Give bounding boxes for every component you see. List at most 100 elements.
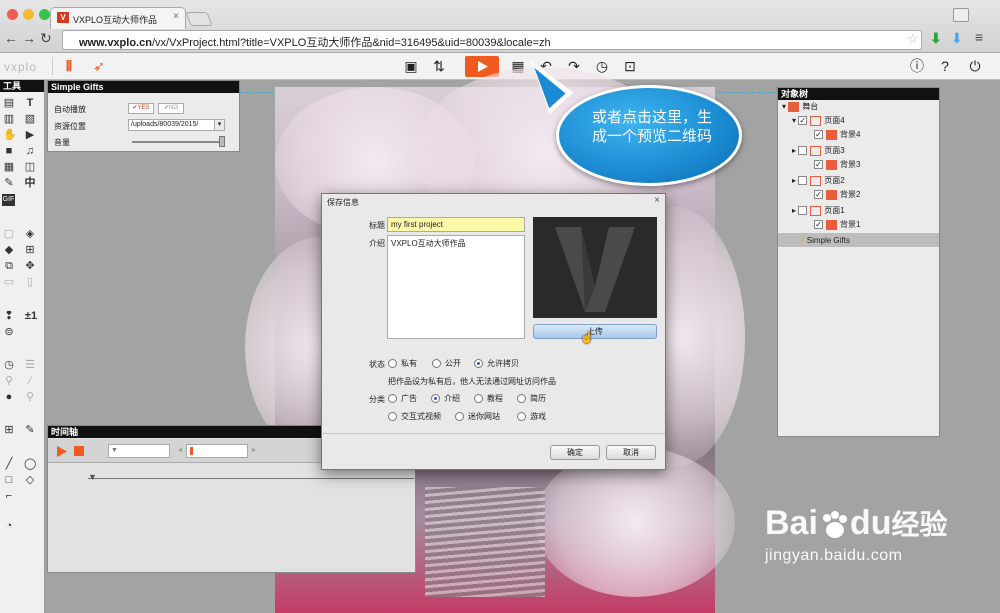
save-icon[interactable]: ▣ bbox=[402, 57, 420, 75]
tree-stage-node[interactable]: ▾ 舞台 bbox=[782, 100, 818, 114]
help-icon[interactable]: ? bbox=[936, 57, 954, 75]
browser-tab[interactable]: V VXPLO互动大师作品 × bbox=[50, 7, 186, 29]
timeline-playhead[interactable]: ▼ bbox=[88, 472, 97, 482]
text-tool-icon[interactable]: T bbox=[24, 97, 36, 109]
timeline-stop-icon[interactable] bbox=[74, 446, 84, 456]
profile-icon[interactable] bbox=[953, 8, 969, 22]
volume-slider-handle[interactable] bbox=[219, 136, 225, 147]
layers-tool-icon[interactable]: ◈ bbox=[24, 228, 36, 240]
history-icon[interactable]: ◷ bbox=[593, 57, 611, 75]
reload-icon[interactable]: ↻ bbox=[40, 30, 52, 47]
phone-tool-icon[interactable]: ▯ bbox=[24, 276, 36, 288]
category-intro-radio[interactable]: 介绍 bbox=[431, 393, 460, 404]
run-tool-icon[interactable]: ⚲ bbox=[3, 375, 15, 387]
maximize-window-button[interactable] bbox=[39, 9, 50, 20]
category-tutorial-radio[interactable]: 教程 bbox=[474, 393, 503, 404]
music-tool-icon[interactable]: ♫ bbox=[24, 145, 36, 157]
category-video-radio[interactable]: 交互式视频 bbox=[388, 411, 441, 422]
screen-icon[interactable]: ⊡ bbox=[621, 57, 639, 75]
new-tab-button[interactable] bbox=[185, 12, 213, 26]
bookmark-star-icon[interactable]: ☆ bbox=[907, 31, 919, 47]
resource-path-select[interactable]: /uploads/80039/2015/ bbox=[128, 119, 225, 131]
wand-tool-icon[interactable]: ⁄ bbox=[24, 375, 36, 387]
chat-tool-icon[interactable]: ⊜ bbox=[3, 326, 15, 338]
chevron-right-icon[interactable]: ▸ bbox=[252, 445, 256, 454]
image-tool-icon[interactable]: ▤ bbox=[3, 97, 15, 109]
status-private-radio[interactable]: 私有 bbox=[388, 358, 417, 369]
tree-page-node[interactable]: ▸ 页面1 bbox=[792, 204, 845, 218]
page-checkbox[interactable]: ✓ bbox=[798, 116, 808, 126]
status-copy-radio[interactable]: 允许拷贝 bbox=[474, 358, 519, 369]
copy-tool-icon[interactable]: ⧉ bbox=[3, 260, 15, 272]
tree-background-node[interactable]: ✓ 背景4 bbox=[814, 128, 860, 142]
tree-background-node[interactable]: ✓ 背景1 bbox=[814, 218, 860, 232]
chinese-text-tool-icon[interactable]: 中 bbox=[24, 177, 36, 189]
slider-tool-icon[interactable]: ☰ bbox=[24, 359, 36, 371]
power-icon[interactable]: ⏻ bbox=[966, 57, 984, 75]
info-icon[interactable]: ⓘ bbox=[908, 57, 926, 75]
address-bar[interactable]: www.vxplo.cn/vx/VxProject.html?title=VXP… bbox=[62, 30, 922, 50]
tree-audio-node[interactable]: ♪ Simple Gifts bbox=[778, 233, 939, 247]
title-input[interactable]: my first project bbox=[387, 217, 525, 232]
connector-tool-icon[interactable]: ⌐ bbox=[3, 490, 15, 502]
rect-tool-icon[interactable]: □ bbox=[3, 474, 15, 486]
intro-textarea[interactable]: VXPLO互动大师作品 bbox=[387, 235, 525, 339]
qr-tool-icon[interactable]: ▦ bbox=[3, 161, 15, 173]
publish-icon[interactable]: ⇅ bbox=[430, 57, 448, 75]
ok-button[interactable]: 确定 bbox=[550, 445, 600, 460]
upload-cover-button[interactable]: 上传 bbox=[533, 324, 657, 339]
brush-tool-icon[interactable]: ✎ bbox=[3, 177, 15, 189]
camera-tool-icon[interactable]: ■ bbox=[3, 145, 15, 157]
tree-page-node[interactable]: ▾ ✓ 页面4 bbox=[792, 114, 845, 128]
video-frame-icon[interactable]: ▶ bbox=[24, 129, 36, 141]
timeline-play-icon[interactable] bbox=[57, 446, 67, 459]
status-public-radio[interactable]: 公开 bbox=[432, 358, 461, 369]
dialog-close-icon[interactable]: × bbox=[654, 195, 660, 206]
background-checkbox[interactable]: ✓ bbox=[814, 130, 823, 140]
edit-tool-icon[interactable]: ✎ bbox=[24, 424, 36, 436]
background-checkbox[interactable]: ✓ bbox=[814, 160, 823, 170]
tree-background-node[interactable]: ✓ 背景2 bbox=[814, 188, 860, 202]
download-blue-icon[interactable]: ⬇ bbox=[951, 30, 963, 47]
embed-tool-icon[interactable]: ◫ bbox=[24, 161, 36, 173]
hand-tool-icon[interactable]: ✋ bbox=[3, 129, 17, 141]
category-minisite-radio[interactable]: 迷你网站 bbox=[455, 411, 500, 422]
autoplay-no-toggle[interactable]: ✔NO bbox=[158, 103, 184, 114]
volume-slider[interactable] bbox=[132, 141, 224, 143]
page-checkbox[interactable] bbox=[798, 206, 808, 216]
category-ad-radio[interactable]: 广告 bbox=[388, 393, 417, 404]
page-checkbox[interactable] bbox=[798, 176, 808, 186]
file-tool-icon[interactable]: ▧ bbox=[24, 113, 36, 125]
table-tool-icon[interactable]: ⊞ bbox=[3, 424, 15, 436]
timeline-end-field[interactable] bbox=[186, 444, 248, 458]
doc-tool-icon[interactable]: ▥ bbox=[3, 113, 15, 125]
comment-tool-icon[interactable]: ❢ bbox=[3, 310, 15, 322]
rocket-icon[interactable]: ➶ bbox=[90, 57, 108, 75]
background-checkbox[interactable]: ✓ bbox=[814, 220, 823, 230]
tree-page-node[interactable]: ▸ 页面3 bbox=[792, 144, 845, 158]
counter-tool-icon[interactable]: ±1 bbox=[22, 310, 40, 322]
download-green-icon[interactable]: ⬇ bbox=[930, 30, 942, 47]
page-checkbox[interactable] bbox=[798, 146, 808, 156]
autoplay-yes-toggle[interactable]: ✔YES bbox=[128, 103, 154, 114]
cancel-button[interactable]: 取消 bbox=[606, 445, 656, 460]
broadcast-tool-icon[interactable]: ◔ bbox=[3, 520, 15, 532]
close-window-button[interactable] bbox=[7, 9, 18, 20]
monitor-tool-icon[interactable]: ▭ bbox=[3, 276, 15, 288]
move-tool-icon[interactable]: ✥ bbox=[24, 260, 36, 272]
chevron-left-icon[interactable]: ◂ bbox=[178, 445, 182, 454]
line-tool-icon[interactable]: ╱ bbox=[3, 458, 15, 470]
pin-tool-icon[interactable]: ⚲ bbox=[24, 391, 36, 403]
minimize-window-button[interactable] bbox=[23, 9, 34, 20]
page-tool-icon[interactable]: ▢ bbox=[3, 228, 15, 240]
gif-tool-icon[interactable]: GIF bbox=[2, 194, 15, 206]
category-game-radio[interactable]: 游戏 bbox=[517, 411, 546, 422]
category-resume-radio[interactable]: 简历 bbox=[517, 393, 546, 404]
tab-close-icon[interactable]: × bbox=[173, 11, 179, 22]
ellipse-tool-icon[interactable]: ◯ bbox=[24, 458, 36, 470]
shape-tool-icon[interactable]: ◆ bbox=[3, 244, 15, 256]
apple-tool-icon[interactable]: ● bbox=[3, 391, 15, 403]
tree-background-node[interactable]: ✓ 背景3 bbox=[814, 158, 860, 172]
background-checkbox[interactable]: ✓ bbox=[814, 190, 823, 200]
tree-page-node[interactable]: ▸ 页面2 bbox=[792, 174, 845, 188]
